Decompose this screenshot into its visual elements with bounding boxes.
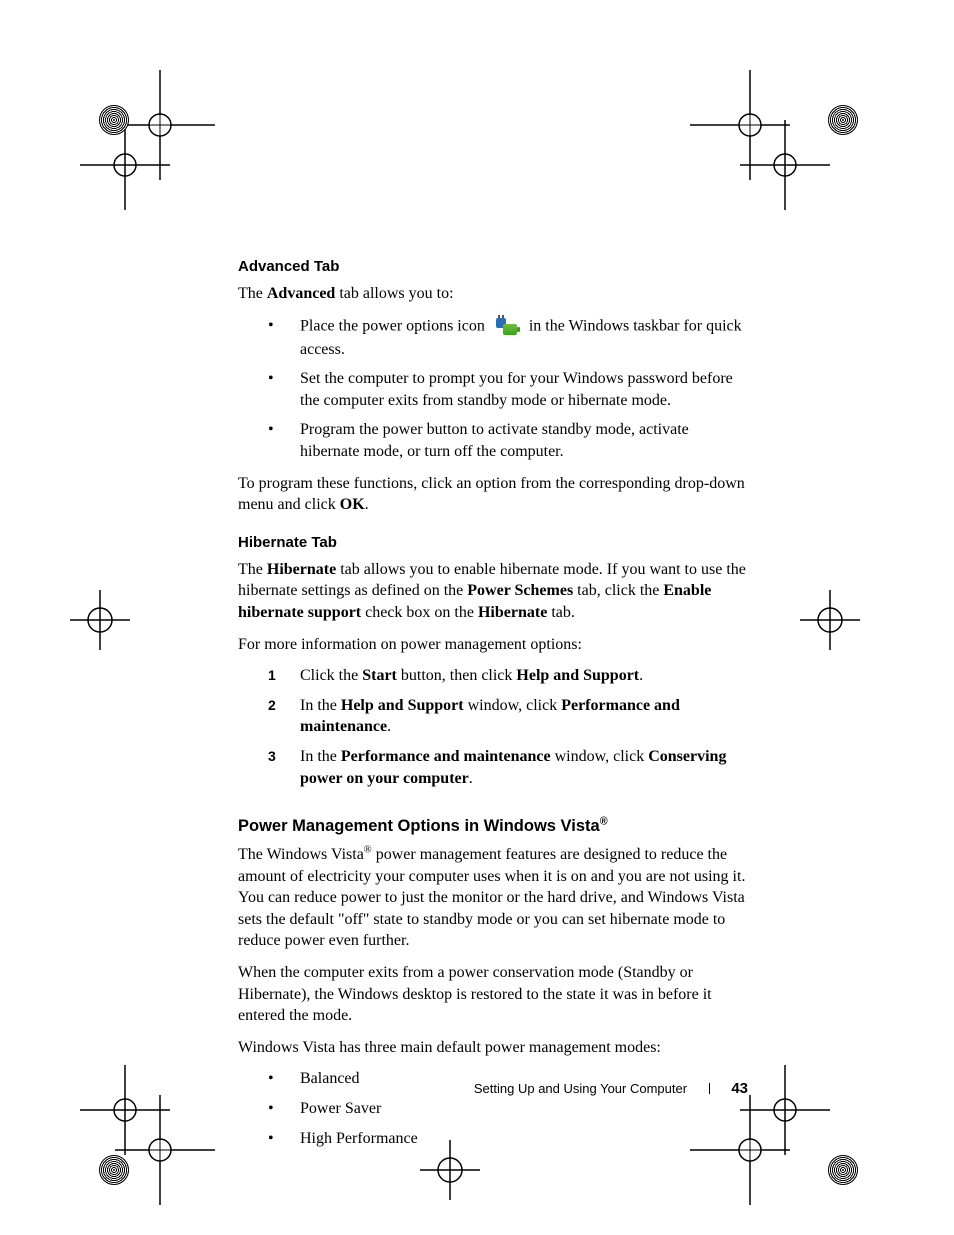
text: window, click bbox=[551, 748, 649, 765]
footer-section-title: Setting Up and Using Your Computer bbox=[474, 1081, 687, 1096]
text: Program the power button to activate sta… bbox=[300, 421, 689, 460]
advanced-intro: The Advanced tab allows you to: bbox=[238, 283, 748, 305]
text-bold: Power Schemes bbox=[467, 582, 573, 599]
hibernate-lead: For more information on power management… bbox=[238, 634, 748, 656]
advanced-bullet-list: Place the power options icon in the Wind… bbox=[238, 315, 748, 463]
power-options-tray-icon bbox=[493, 315, 521, 339]
registered-trademark-icon: ® bbox=[364, 845, 372, 856]
text-bold: Help and Support bbox=[341, 697, 464, 714]
list-item: Power Saver bbox=[238, 1098, 748, 1120]
list-item: Program the power button to activate sta… bbox=[238, 419, 748, 462]
halftone-ball-icon bbox=[99, 1155, 129, 1185]
text-bold: Hibernate bbox=[478, 604, 547, 621]
halftone-ball-icon bbox=[828, 105, 858, 135]
text-bold: Advanced bbox=[267, 285, 335, 302]
text: Click the bbox=[300, 667, 362, 684]
text-bold: Hibernate bbox=[267, 561, 336, 578]
heading-vista-power-management: Power Management Options in Windows Vist… bbox=[238, 817, 748, 836]
text: tab allows you to: bbox=[335, 285, 453, 302]
hibernate-paragraph: The Hibernate tab allows you to enable h… bbox=[238, 559, 748, 624]
vista-paragraph-3: Windows Vista has three main default pow… bbox=[238, 1037, 748, 1059]
text: In the bbox=[300, 748, 341, 765]
text-bold: Start bbox=[362, 667, 397, 684]
registration-mark-icon bbox=[790, 580, 870, 660]
halftone-ball-icon bbox=[99, 105, 129, 135]
text-bold: OK bbox=[340, 496, 365, 513]
text-bold: Help and Support bbox=[516, 667, 639, 684]
list-item: Set the computer to prompt you for your … bbox=[238, 368, 748, 411]
registration-mark-icon bbox=[730, 70, 840, 180]
text: . bbox=[365, 496, 369, 513]
text: To program these functions, click an opt… bbox=[238, 475, 745, 514]
vista-paragraph-1: The Windows Vista® power management feat… bbox=[238, 844, 748, 952]
page-body: Advanced Tab The Advanced tab allows you… bbox=[238, 258, 748, 1159]
page-footer: Setting Up and Using Your Computer 43 bbox=[474, 1080, 748, 1097]
text: Power Saver bbox=[300, 1100, 381, 1117]
list-item: In the Help and Support window, click Pe… bbox=[238, 695, 748, 738]
text: check box on the bbox=[361, 604, 478, 621]
text: Set the computer to prompt you for your … bbox=[300, 370, 733, 409]
text: The bbox=[238, 561, 267, 578]
registration-mark-icon bbox=[60, 580, 140, 660]
text: The Windows Vista bbox=[238, 846, 364, 863]
text: . bbox=[469, 770, 473, 787]
page-number: 43 bbox=[731, 1080, 748, 1097]
list-item: Click the Start button, then click Help … bbox=[238, 665, 748, 687]
registered-trademark-icon: ® bbox=[600, 816, 608, 828]
text: High Performance bbox=[300, 1130, 418, 1147]
text: . bbox=[387, 718, 391, 735]
text: The bbox=[238, 285, 267, 302]
list-item: High Performance bbox=[238, 1128, 748, 1150]
hibernate-steps: Click the Start button, then click Help … bbox=[238, 665, 748, 789]
registration-mark-icon bbox=[60, 1095, 170, 1205]
list-item: Place the power options icon in the Wind… bbox=[238, 315, 748, 361]
heading-advanced-tab: Advanced Tab bbox=[238, 258, 748, 275]
vista-paragraph-2: When the computer exits from a power con… bbox=[238, 962, 748, 1027]
text: Balanced bbox=[300, 1070, 360, 1087]
text: Place the power options icon bbox=[300, 317, 489, 334]
text: . bbox=[639, 667, 643, 684]
text: Power Management Options in Windows Vist… bbox=[238, 817, 600, 835]
text: window, click bbox=[464, 697, 562, 714]
heading-hibernate-tab: Hibernate Tab bbox=[238, 534, 748, 551]
text: In the bbox=[300, 697, 341, 714]
text: tab. bbox=[547, 604, 575, 621]
halftone-ball-icon bbox=[828, 1155, 858, 1185]
text: button, then click bbox=[397, 667, 517, 684]
text-bold: Performance and maintenance bbox=[341, 748, 551, 765]
footer-separator-icon bbox=[709, 1083, 710, 1094]
advanced-outro: To program these functions, click an opt… bbox=[238, 473, 748, 516]
text: tab, click the bbox=[573, 582, 663, 599]
list-item: In the Performance and maintenance windo… bbox=[238, 746, 748, 789]
